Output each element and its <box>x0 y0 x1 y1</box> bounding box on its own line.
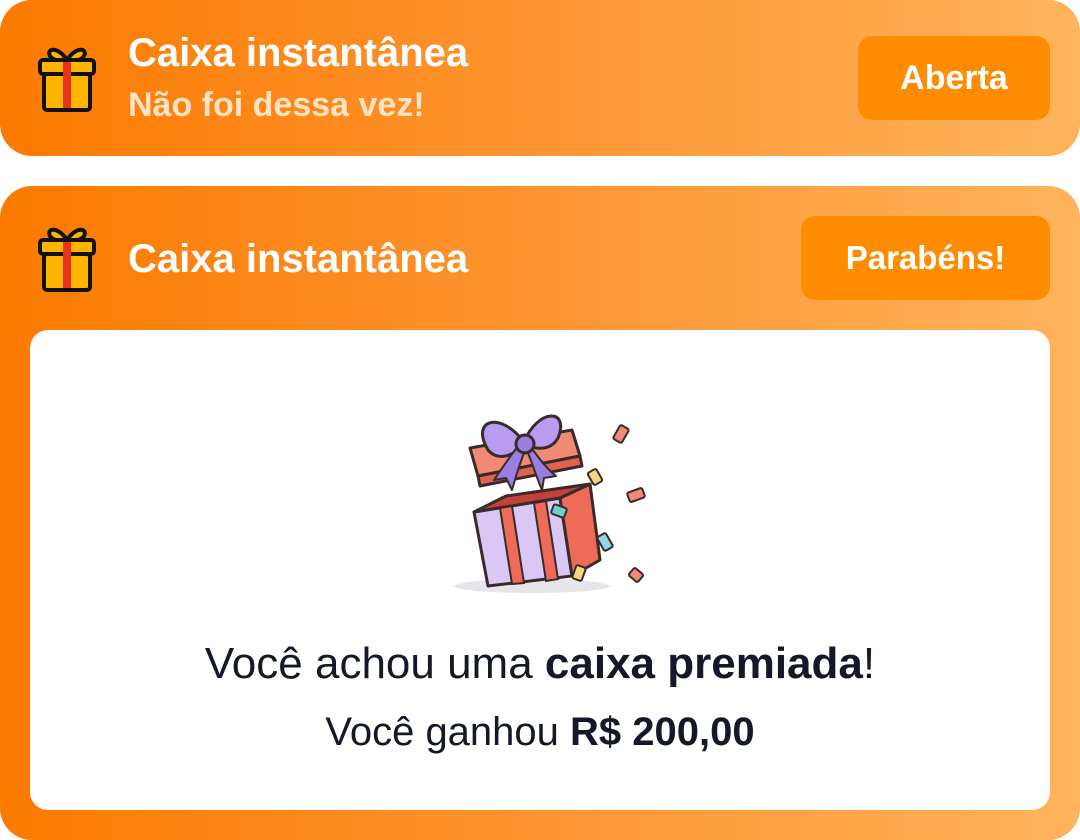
status-button-opened[interactable]: Aberta <box>858 36 1050 120</box>
prize-headline: Você achou uma caixa premiada! <box>30 642 1050 686</box>
prize-prefix: Você ganhou <box>325 710 571 754</box>
open-gift-box-illustration <box>454 414 646 593</box>
headline-suffix: ! <box>862 639 876 688</box>
gift-icon <box>38 47 96 112</box>
headline-prefix: Você achou uma <box>204 639 545 688</box>
status-button-congrats[interactable]: Parabéns! <box>801 216 1050 300</box>
prize-amount: R$ 200,00 <box>570 710 755 754</box>
prize-amount-line: Você ganhou R$ 200,00 <box>30 712 1050 752</box>
headline-bold: caixa premiada <box>544 639 863 688</box>
prize-result-panel: Você achou uma caixa premiada! Você ganh… <box>30 330 1050 810</box>
gift-icon <box>38 227 96 292</box>
card-title: Caixa instantânea <box>128 31 469 75</box>
card-title: Caixa instantânea <box>128 237 469 281</box>
card-subtitle: Não foi dessa vez! <box>128 86 425 124</box>
